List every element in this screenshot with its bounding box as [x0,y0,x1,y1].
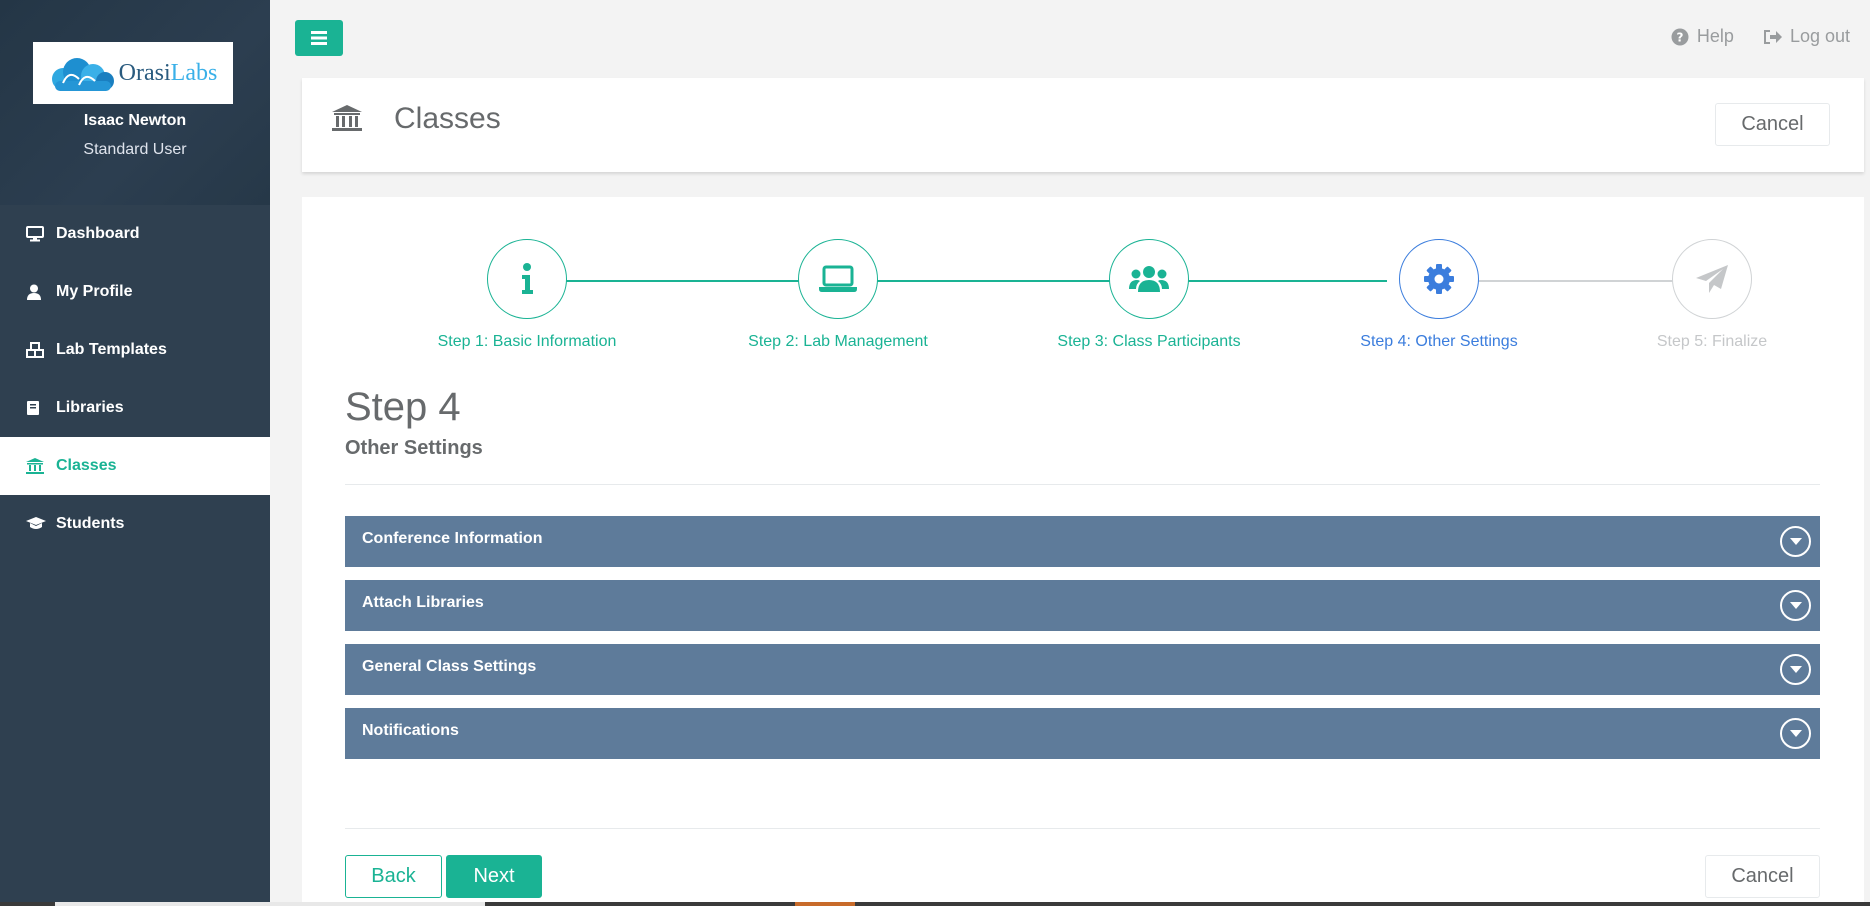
step-label: Step 3: Class Participants [1057,333,1241,350]
topbar: ? Help Log out [270,0,1870,76]
user-role: Standard User [83,141,187,158]
accordion-general-class-settings[interactable]: General Class Settings [345,644,1820,695]
laptop-icon [819,265,857,292]
cloud-logo-icon [51,58,114,91]
graduation-cap-icon [26,516,48,532]
book-icon [26,400,48,416]
accordion-attach-libraries[interactable]: Attach Libraries [345,580,1820,631]
chevron-down-icon[interactable] [1780,590,1811,621]
institution-icon [26,458,48,474]
menu-toggle-button[interactable] [295,20,343,56]
logout-label: Log out [1789,26,1850,46]
sidebar-item-my-profile[interactable]: My Profile [0,263,270,321]
user-name: Isaac Newton [83,112,187,129]
chevron-down-icon[interactable] [1780,654,1811,685]
sign-out-icon [1763,29,1782,44]
user-icon [26,284,48,300]
accordion-conference-information[interactable]: Conference Information [345,516,1820,567]
page-title: Classes [394,102,501,135]
taskbar-segment [795,902,855,906]
logo[interactable]: OrasiLabs [33,42,233,104]
hamburger-icon [311,31,327,45]
accordion-notifications[interactable]: Notifications [345,708,1820,759]
header-cancel-button[interactable]: Cancel [1715,103,1830,146]
step-1[interactable]: Step 1: Basic Information [397,239,657,351]
sidebar-item-classes[interactable]: Classes [0,437,270,495]
step-5-circle [1672,239,1752,319]
svg-text:?: ? [1676,30,1683,44]
divider [345,828,1820,829]
cubes-icon [26,342,48,358]
step-3-circle [1109,239,1189,319]
step-2-circle [798,239,878,319]
help-link[interactable]: ? Help [1671,26,1734,47]
question-circle-icon: ? [1671,28,1689,45]
accordion-title: Conference Information [362,530,543,547]
divider [345,484,1820,485]
chevron-down-icon[interactable] [1780,718,1811,749]
logo-text: OrasiLabs [118,59,218,86]
page-header: Classes Cancel [302,78,1864,172]
paper-plane-icon [1696,265,1728,293]
step-3[interactable]: Step 3: Class Participants [1019,239,1279,351]
accordion-title: General Class Settings [362,658,537,675]
step-label: Step 4: Other Settings [1360,333,1518,350]
accordion-title: Attach Libraries [362,594,484,611]
step-4[interactable]: Step 4: Other Settings [1309,239,1569,351]
step-4-circle [1399,239,1479,319]
users-icon [1129,266,1169,292]
sidebar-item-label: Lab Templates [56,341,167,358]
step-subheading: Other Settings [345,437,483,459]
desktop-icon [26,226,48,242]
next-button[interactable]: Next [446,855,542,898]
step-label: Step 1: Basic Information [437,333,617,350]
step-heading: Step 4 [345,385,461,429]
sidebar-item-students[interactable]: Students [0,495,270,553]
sidebar-item-label: Dashboard [56,225,140,242]
sidebar-item-libraries[interactable]: Libraries [0,379,270,437]
sidebar-item-label: Libraries [56,399,124,416]
step-1-circle [487,239,567,319]
sidebar-nav: Dashboard My Profile Lab Templates Libra… [0,205,270,553]
sidebar: OrasiLabs Isaac Newton Standard User Das… [0,0,270,906]
wizard-panel: Step 1: Basic Information Step 2: Lab Ma… [302,197,1864,906]
sidebar-item-label: My Profile [56,283,133,300]
gear-icon [1424,264,1454,294]
step-2[interactable]: Step 2: Lab Management [708,239,968,351]
institution-icon [332,105,362,138]
sidebar-item-label: Students [56,515,125,532]
back-button[interactable]: Back [345,855,442,898]
chevron-down-icon[interactable] [1780,526,1811,557]
sidebar-item-lab-templates[interactable]: Lab Templates [0,321,270,379]
help-label: Help [1696,26,1734,46]
taskbar-strip [0,902,1870,906]
sidebar-item-label: Classes [56,457,117,474]
step-5[interactable]: Step 5: Finalize [1582,239,1842,351]
taskbar-segment [55,902,485,906]
profile-area: OrasiLabs Isaac Newton Standard User [0,0,270,205]
sidebar-item-dashboard[interactable]: Dashboard [0,205,270,263]
info-icon [522,263,533,294]
logout-link[interactable]: Log out [1762,26,1850,47]
step-label: Step 2: Lab Management [748,333,928,350]
footer-cancel-button[interactable]: Cancel [1705,855,1820,898]
accordion-title: Notifications [362,722,459,739]
step-label: Step 5: Finalize [1656,333,1768,350]
